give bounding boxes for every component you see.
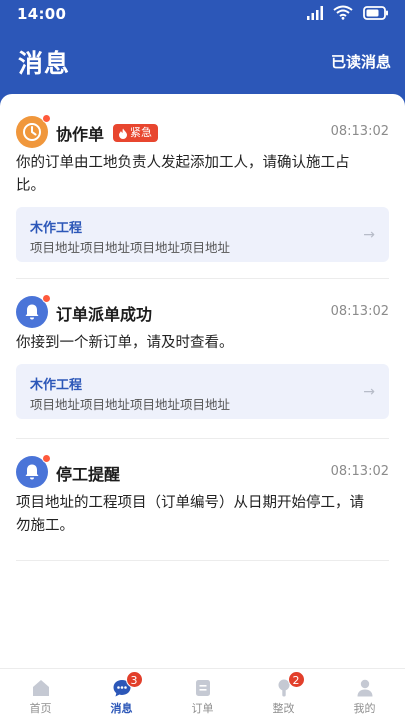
message-title: 协作单 bbox=[56, 125, 105, 144]
urgent-badge: 紧急 bbox=[113, 124, 158, 142]
divider bbox=[16, 278, 389, 279]
tab-home[interactable]: 首页 bbox=[0, 669, 81, 720]
message-text: 你的订单由工地负责人发起添加工人，请确认施工占 比。 bbox=[16, 155, 350, 194]
card-address: 项目地址项目地址项目地址项目地址 bbox=[30, 240, 231, 255]
card-address: 项目地址项目地址项目地址项目地址 bbox=[30, 397, 231, 412]
unread-dot bbox=[42, 454, 51, 463]
divider bbox=[16, 560, 389, 561]
message-title: 订单派单成功 bbox=[56, 305, 153, 324]
arrow-right-icon: → bbox=[363, 227, 375, 243]
unread-count-badge: 3 bbox=[125, 671, 143, 688]
battery-icon bbox=[363, 5, 388, 20]
divider bbox=[16, 438, 389, 439]
system-icons bbox=[307, 5, 389, 20]
tab-label: 首页 bbox=[29, 702, 52, 715]
project-card[interactable]: 木作工程 项目地址项目地址项目地址项目地址 → bbox=[16, 207, 389, 262]
card-title: 木作工程 bbox=[30, 221, 83, 236]
tab-profile[interactable]: 我的 bbox=[324, 669, 405, 720]
list-item[interactable]: 协作单 紧急 08:13:02 你的订单由工地负责人发起添加工人，请确认施工占 … bbox=[16, 114, 389, 262]
card-title: 木作工程 bbox=[30, 378, 83, 393]
home-icon bbox=[32, 680, 49, 696]
message-title: 停工提醒 bbox=[56, 465, 121, 484]
unread-dot bbox=[42, 114, 51, 123]
wifi-icon bbox=[333, 5, 353, 20]
bell-icon bbox=[16, 454, 51, 488]
status-time: 14:00 bbox=[17, 5, 67, 23]
unread-count-badge: 2 bbox=[287, 671, 305, 688]
tab-label: 我的 bbox=[353, 702, 376, 715]
user-icon bbox=[357, 679, 372, 697]
unread-dot bbox=[42, 294, 51, 303]
tab-label: 整改 bbox=[272, 702, 295, 715]
flame-icon bbox=[119, 128, 127, 139]
message-time: 08:13:02 bbox=[330, 124, 389, 139]
page-title: 消息 bbox=[18, 49, 71, 78]
project-card[interactable]: 木作工程 项目地址项目地址项目地址项目地址 → bbox=[16, 364, 389, 419]
arrow-right-icon: → bbox=[363, 384, 375, 400]
tab-label: 消息 bbox=[110, 702, 133, 715]
bell-icon bbox=[16, 294, 51, 328]
message-time: 08:13:02 bbox=[330, 304, 389, 319]
signal-icon bbox=[307, 5, 323, 20]
status-bar: 14:00 bbox=[0, 0, 405, 30]
message-list: 协作单 紧急 08:13:02 你的订单由工地负责人发起添加工人，请确认施工占 … bbox=[0, 94, 405, 668]
message-text: 你接到一个新订单，请及时查看。 bbox=[16, 335, 234, 351]
tab-label: 订单 bbox=[191, 702, 214, 715]
list-item[interactable]: 订单派单成功 08:13:02 你接到一个新订单，请及时查看。 木作工程 项目地… bbox=[16, 294, 389, 419]
header: 消息 已读消息 bbox=[0, 30, 405, 94]
list-item[interactable]: 停工提醒 08:13:02 项目地址的工程项目（订单编号）从日期开始停工，请 勿… bbox=[16, 454, 389, 538]
document-icon bbox=[195, 680, 210, 696]
message-time: 08:13:02 bbox=[330, 464, 389, 479]
tab-bar: 首页 3 消息 订单 2 整改 我的 bbox=[0, 668, 405, 720]
tab-orders[interactable]: 订单 bbox=[162, 669, 243, 720]
tab-rectification[interactable]: 2 整改 bbox=[243, 669, 324, 720]
clock-icon bbox=[16, 114, 51, 148]
read-messages-button[interactable]: 已读消息 bbox=[331, 51, 391, 72]
message-text: 项目地址的工程项目（订单编号）从日期开始停工，请 勿施工。 bbox=[16, 495, 364, 534]
tab-messages[interactable]: 3 消息 bbox=[81, 669, 162, 720]
